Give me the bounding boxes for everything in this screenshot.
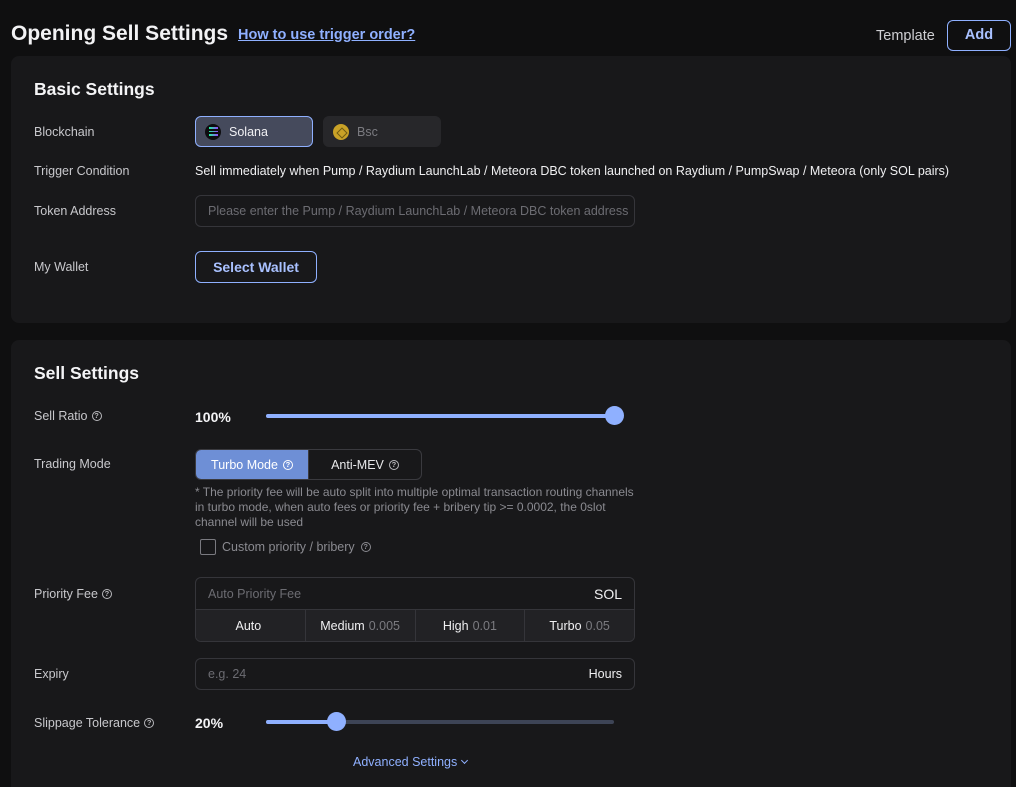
slippage-thumb[interactable] [326,712,346,731]
help-icon[interactable]: ? [101,589,112,599]
fee-option-medium[interactable]: Medium 0.005 [304,610,415,641]
slippage-slider[interactable] [266,712,614,731]
fee-option-high[interactable]: High 0.01 [414,610,525,641]
sell-settings-title: Sell Settings [34,363,140,383]
token-address-input[interactable] [196,196,634,226]
turbo-mode-note: * The priority fee will be auto split in… [195,485,634,529]
chain-label: Solana [229,124,268,139]
fee-option-auto[interactable]: Auto [196,610,305,641]
help-icon[interactable]: ? [91,411,102,421]
help-icon[interactable]: ? [282,459,293,470]
priority-fee-label: Priority Fee? [34,587,112,601]
help-icon[interactable]: ? [144,718,155,728]
sell-ratio-thumb[interactable] [605,406,624,425]
token-address-field [195,195,635,227]
token-address-label: Token Address [34,204,116,218]
sell-ratio-label: Sell Ratio? [34,409,102,423]
sell-settings-card: Sell Settings Sell Ratio? 100% Trading M… [11,340,1011,787]
solana-icon [205,123,221,140]
help-trigger-order-link[interactable]: How to use trigger order? [238,27,415,43]
trigger-condition-label: Trigger Condition [34,164,130,178]
priority-fee-input[interactable] [196,578,576,609]
bsc-icon [333,123,349,140]
page-title: Opening Sell Settings [11,22,229,45]
chain-option-bsc[interactable]: Bsc [323,116,441,147]
priority-fee-options: Auto Medium 0.005 High 0.01 Turbo 0.05 [196,610,634,641]
page-header: Opening Sell Settings How to use trigger… [0,0,1016,56]
chevron-down-icon [461,756,469,765]
trading-mode-toggle: Turbo Mode? Anti-MEV? [195,449,422,480]
slippage-value: 20% [195,715,224,731]
chain-option-solana[interactable]: Solana [195,116,313,147]
add-button[interactable]: Add [947,20,1011,51]
custom-priority-checkbox[interactable] [200,539,216,555]
anti-mev-button[interactable]: Anti-MEV? [308,450,421,479]
custom-priority-row[interactable]: Custom priority / bribery ? [200,539,371,555]
priority-fee-field: SOL [196,578,634,610]
expiry-field: Hours [195,658,635,690]
sell-ratio-slider[interactable] [266,406,624,425]
slippage-fill [266,720,336,724]
chain-label: Bsc [357,124,378,139]
help-icon[interactable]: ? [360,542,371,552]
template-label[interactable]: Template [876,28,935,44]
expiry-unit: Hours [588,667,622,681]
my-wallet-label: My Wallet [34,260,89,274]
blockchain-label: Blockchain [34,125,95,139]
custom-priority-label: Custom priority / bribery [222,540,355,554]
select-wallet-button[interactable]: Select Wallet [195,251,317,283]
sell-ratio-value: 100% [195,409,231,425]
basic-settings-title: Basic Settings [34,79,155,99]
turbo-mode-button[interactable]: Turbo Mode? [196,450,308,479]
trading-mode-label: Trading Mode [34,457,111,471]
slippage-label: Slippage Tolerance? [34,716,155,730]
trigger-condition-text: Sell immediately when Pump / Raydium Lau… [195,164,950,178]
basic-settings-card: Basic Settings Blockchain Solana Bsc Tri… [11,56,1011,323]
fee-option-turbo[interactable]: Turbo 0.05 [524,610,634,641]
priority-fee-box: SOL Auto Medium0.005 High0.01 Turbo0.05 [195,577,635,642]
help-icon[interactable]: ? [388,459,399,470]
expiry-label: Expiry [34,667,69,681]
priority-fee-unit: SOL [593,586,622,602]
sell-ratio-fill [266,414,614,418]
advanced-settings-toggle[interactable]: Advanced Settings [353,755,469,769]
expiry-input[interactable] [196,659,634,689]
